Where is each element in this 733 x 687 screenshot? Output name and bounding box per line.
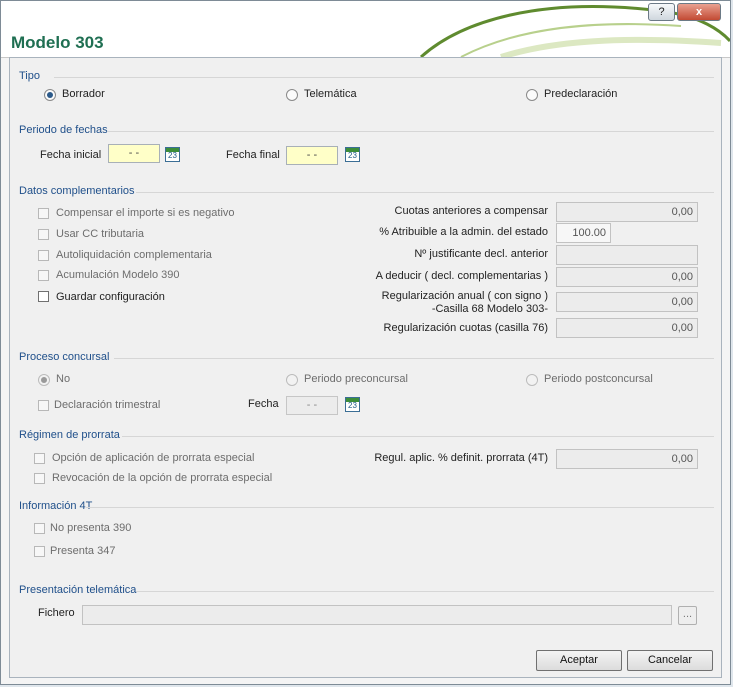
- tipo-radio-predeclaracion[interactable]: [526, 89, 538, 101]
- dialog-content: Tipo Borrador Telemática Predeclaración …: [9, 57, 722, 678]
- guardar-configuracion-checkbox[interactable]: [38, 291, 49, 302]
- guardar-configuracion-label: Guardar configuración: [56, 291, 165, 303]
- fecha-final-label: Fecha final: [226, 149, 280, 161]
- fecha-inicial-input[interactable]: - -: [108, 144, 160, 163]
- proceso-postconcursal-label: Periodo postconcursal: [544, 373, 653, 385]
- calendar-day-text: 23: [168, 151, 177, 160]
- compensar-checkbox[interactable]: [38, 208, 49, 219]
- proceso-section-title: Proceso concursal: [19, 351, 110, 363]
- proceso-fecha-calendar-icon[interactable]: 23: [345, 397, 360, 412]
- tipo-telematica-label: Telemática: [304, 88, 357, 100]
- revocacion-prorrata-checkbox[interactable]: [34, 473, 45, 484]
- regularizacion-anual-label-1: Regularización anual ( con signo ): [381, 290, 548, 302]
- tipo-radio-telematica[interactable]: [286, 89, 298, 101]
- tipo-predeclaracion-label: Predeclaración: [544, 88, 618, 100]
- section-divider: [122, 436, 714, 437]
- a-deducir-field[interactable]: 0,00: [556, 267, 698, 287]
- declaracion-trimestral-checkbox[interactable]: [38, 400, 49, 411]
- fecha-final-input[interactable]: - -: [286, 146, 338, 165]
- modelo-303-dialog: Modelo 303 ? x Tipo Borrador Telemática …: [0, 0, 731, 685]
- close-button[interactable]: x: [677, 3, 721, 21]
- regularizacion-cuotas-label: Regularización cuotas (casilla 76): [383, 322, 548, 334]
- acumulacion-checkbox[interactable]: [38, 270, 49, 281]
- a-deducir-label: A deducir ( decl. complementarias ): [375, 270, 548, 282]
- section-divider: [136, 192, 714, 193]
- tipo-section-title: Tipo: [19, 70, 40, 82]
- tipo-radio-borrador[interactable]: [44, 89, 56, 101]
- section-divider: [54, 77, 714, 78]
- cancelar-button[interactable]: Cancelar: [627, 650, 713, 671]
- revocacion-prorrata-label: Revocación de la opción de prorrata espe…: [52, 472, 273, 484]
- opcion-prorrata-checkbox[interactable]: [34, 453, 45, 464]
- regularizacion-cuotas-field[interactable]: 0,00: [556, 318, 698, 338]
- periodo-section-title: Periodo de fechas: [19, 124, 108, 136]
- section-divider: [108, 131, 714, 132]
- acumulacion-label: Acumulación Modelo 390: [56, 269, 180, 281]
- usar-cc-checkbox[interactable]: [38, 229, 49, 240]
- autoliquidacion-checkbox[interactable]: [38, 250, 49, 261]
- opcion-prorrata-label: Opción de aplicación de prorrata especia…: [52, 452, 255, 464]
- regul-prorrata-label: Regul. aplic. % definit. prorrata (4T): [374, 452, 548, 464]
- fecha-inicial-label: Fecha inicial: [40, 149, 102, 161]
- cuotas-anteriores-field[interactable]: 0,00: [556, 202, 698, 222]
- dialog-title: Modelo 303: [11, 33, 104, 52]
- declaracion-trimestral-label: Declaración trimestral: [54, 399, 161, 411]
- dialog-header: Modelo 303 ? x: [1, 1, 730, 58]
- calendar-day-text: 23: [348, 401, 357, 410]
- autoliquidacion-label: Autoliquidación complementaria: [56, 249, 212, 261]
- presenta-347-checkbox[interactable]: [34, 546, 45, 557]
- tipo-borrador-label: Borrador: [62, 88, 105, 100]
- atribuible-label: % Atribuible a la admin. del estado: [379, 226, 548, 238]
- browse-file-button[interactable]: ...: [678, 606, 697, 625]
- proceso-preconcursal-label: Periodo preconcursal: [304, 373, 408, 385]
- aceptar-button[interactable]: Aceptar: [536, 650, 622, 671]
- proceso-radio-preconcursal[interactable]: [286, 374, 298, 386]
- no-presenta-390-checkbox[interactable]: [34, 523, 45, 534]
- datos-section-title: Datos complementarios: [19, 185, 135, 197]
- compensar-label: Compensar el importe si es negativo: [56, 207, 235, 219]
- proceso-radio-no[interactable]: [38, 374, 50, 386]
- regul-prorrata-field[interactable]: 0,00: [556, 449, 698, 469]
- fichero-label: Fichero: [38, 607, 75, 619]
- cuotas-anteriores-label: Cuotas anteriores a compensar: [394, 205, 548, 217]
- proceso-fecha-input[interactable]: - -: [286, 396, 338, 415]
- fecha-inicial-calendar-icon[interactable]: 23: [165, 147, 180, 162]
- regularizacion-anual-label-2: -Casilla 68 Modelo 303-: [431, 303, 548, 315]
- no-presenta-390-label: No presenta 390: [50, 522, 132, 534]
- presentacion-section-title: Presentación telemática: [19, 584, 137, 596]
- justificante-label: Nº justificante decl. anterior: [414, 248, 548, 260]
- presenta-347-label: Presenta 347: [50, 545, 116, 557]
- atribuible-field[interactable]: 100.00: [556, 223, 611, 243]
- proceso-no-label: No: [56, 373, 71, 385]
- proceso-fecha-label: Fecha: [248, 398, 279, 410]
- justificante-field[interactable]: [556, 245, 698, 265]
- proceso-radio-postconcursal[interactable]: [526, 374, 538, 386]
- fichero-input[interactable]: [82, 605, 672, 625]
- section-divider: [136, 591, 714, 592]
- section-divider: [114, 358, 714, 359]
- fecha-final-calendar-icon[interactable]: 23: [345, 147, 360, 162]
- prorrata-section-title: Régimen de prorrata: [19, 429, 120, 441]
- section-divider: [86, 507, 714, 508]
- regularizacion-anual-field[interactable]: 0,00: [556, 292, 698, 312]
- help-button[interactable]: ?: [648, 3, 675, 21]
- usar-cc-label: Usar CC tributaria: [56, 228, 145, 240]
- calendar-day-text: 23: [348, 151, 357, 160]
- info4t-section-title: Información 4T: [19, 500, 93, 512]
